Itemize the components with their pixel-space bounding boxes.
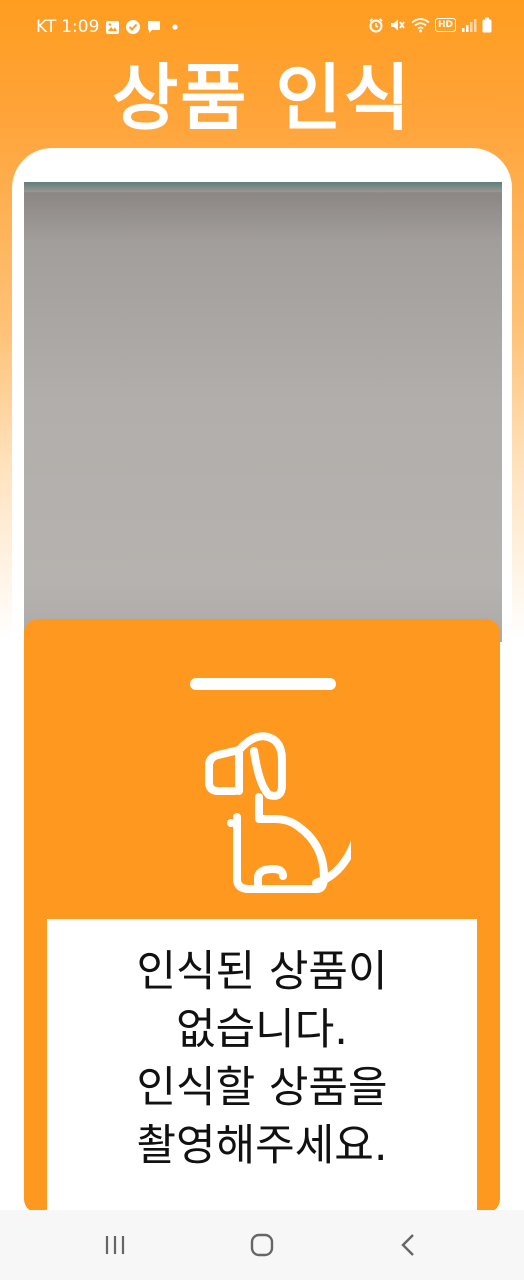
hd-label: HD [437, 20, 453, 30]
dog-icon [205, 732, 351, 893]
image-icon [104, 19, 120, 35]
result-bottom-sheet: 인식된 상품이 없습니다. 인식할 상품을 촬영해주세요. [24, 619, 500, 1213]
recent-apps-button[interactable] [95, 1228, 135, 1262]
back-icon [401, 1234, 414, 1256]
battery-icon [482, 17, 492, 33]
sheet-drag-handle[interactable] [190, 678, 336, 690]
status-right: HD [368, 17, 492, 33]
hd-icon: HD [434, 18, 456, 32]
page-title: 상품 인식 [111, 56, 413, 140]
signal-icon [461, 17, 477, 33]
no-product-message-box: 인식된 상품이 없습니다. 인식할 상품을 촬영해주세요. [47, 919, 477, 1213]
status-bar: KT 1:09 HD [0, 0, 524, 56]
clock: 1:09 [61, 17, 100, 37]
navigation-bar [0, 1210, 524, 1280]
back-button[interactable] [389, 1228, 429, 1262]
home-button[interactable] [242, 1228, 282, 1262]
status-left: KT 1:09 [36, 17, 183, 37]
no-product-message: 인식된 상품이 없습니다. 인식할 상품을 촬영해주세요. [136, 947, 388, 1171]
camera-preview-top-edge [24, 182, 502, 192]
dot-icon [167, 19, 183, 35]
mute-icon [389, 17, 406, 33]
check-circle-icon [125, 19, 141, 35]
camera-preview[interactable] [24, 182, 502, 642]
chat-icon [146, 19, 162, 35]
home-icon [250, 1233, 274, 1257]
carrier-label: KT [36, 17, 57, 37]
alarm-icon [368, 17, 384, 33]
wifi-icon [411, 17, 430, 33]
recent-apps-icon [105, 1236, 125, 1254]
